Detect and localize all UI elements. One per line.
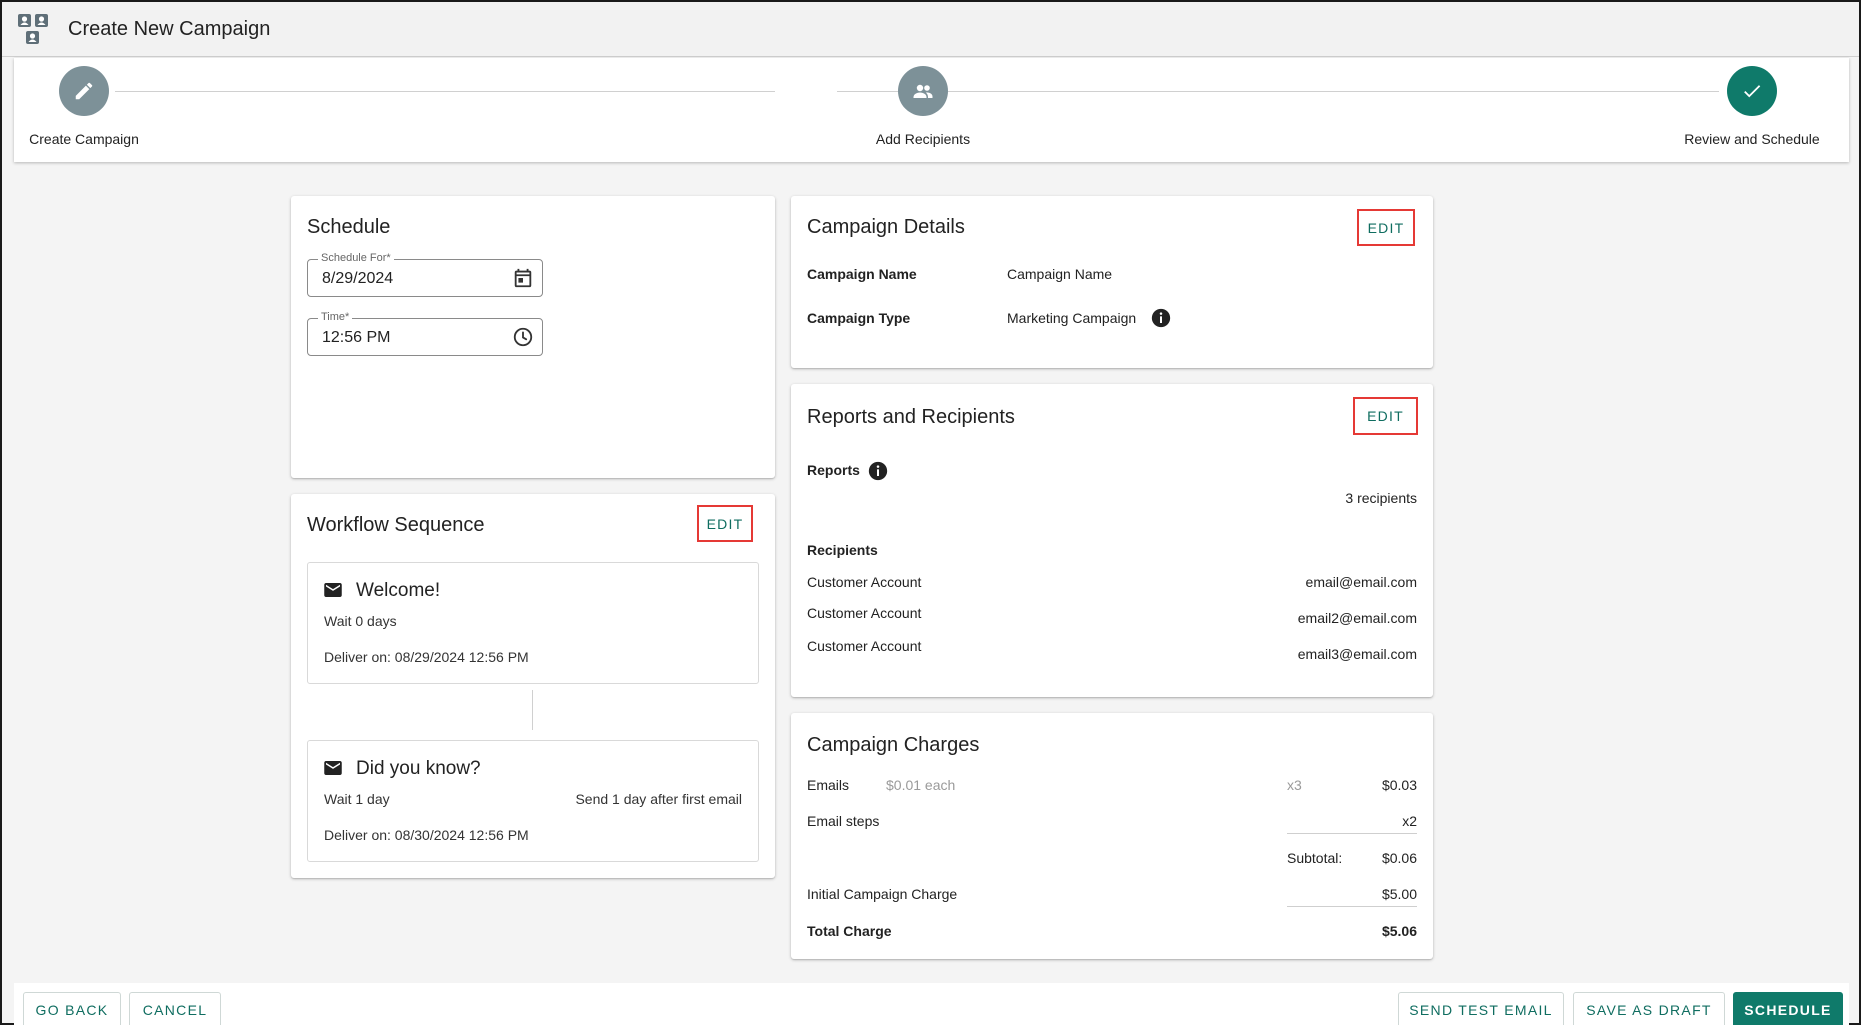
workflow-step-wait: Wait 1 day [324,791,390,807]
reports-recipients-card: Reports and Recipients EDIT Reports 3 re… [791,384,1433,697]
cancel-button[interactable]: CANCEL [129,992,221,1025]
step-create-campaign[interactable]: Create Campaign [29,66,139,147]
recipient-email: email@email.com [1305,574,1417,590]
clock-icon[interactable] [512,326,534,348]
recipient-email: email2@email.com [1297,610,1417,626]
step-circle [59,66,109,116]
mail-icon [324,761,342,775]
email-steps-quantity: x2 [1402,813,1417,829]
total-charge-amount: $5.06 [1381,923,1417,939]
step-label: Review and Schedule [1684,131,1820,147]
workflow-connector [532,690,533,730]
schedule-title: Schedule [307,216,391,238]
workflow-step-deliver: Deliver on: 08/30/2024 12:56 PM [324,827,529,843]
page-title: Create New Campaign [68,17,271,40]
recipients-label: Recipients [807,542,878,558]
step-label: Add Recipients [875,131,971,147]
subtotal-amount: $0.06 [1381,850,1417,866]
workflow-step-title: Did you know? [356,758,481,779]
reports-recipients-title: Reports and Recipients [807,406,1015,428]
campaign-type-label: Campaign Type [807,310,911,326]
reports-label: Reports [807,462,860,478]
recipient-count: 3 recipients [1345,490,1417,506]
schedule-card: Schedule Schedule For* 8/29/2024 Time* 1… [291,196,775,478]
charges-divider [1287,906,1417,907]
step-circle [898,66,948,116]
campaign-charges-title: Campaign Charges [807,734,980,756]
campaign-name-label: Campaign Name [807,266,917,282]
workflow-edit-button[interactable]: EDIT [697,505,753,542]
go-back-button[interactable]: GO BACK [23,992,121,1025]
campaign-details-card: Campaign Details EDIT Campaign Name Camp… [791,196,1433,368]
campaign-charges-card: Campaign Charges Emails $0.01 each x3 $0… [791,713,1433,959]
campaign-details-title: Campaign Details [807,216,965,238]
check-icon [1744,85,1761,98]
campaign-details-edit-button[interactable]: EDIT [1357,209,1415,246]
schedule-time-field[interactable]: Time* 12:56 PM [307,311,543,356]
subtotal-label: Subtotal: [1287,850,1343,866]
emails-quantity: x3 [1287,777,1302,793]
calendar-icon[interactable] [512,267,534,289]
recipient-account: Customer Account [807,574,922,590]
emails-rate: $0.01 each [886,777,956,793]
emails-amount: $0.03 [1381,777,1417,793]
recipient-account: Customer Account [807,605,922,621]
app-header: Create New Campaign [2,2,1859,57]
contacts-group-icon [18,14,48,44]
info-icon[interactable] [868,461,888,481]
schedule-date-value: 8/29/2024 [322,270,394,287]
schedule-time-value: 12:56 PM [322,329,391,346]
mail-icon [324,583,342,597]
save-as-draft-button[interactable]: SAVE AS DRAFT [1573,992,1725,1025]
workflow-title: Workflow Sequence [307,514,485,536]
workflow-step[interactable]: Did you know? Wait 1 day Send 1 day afte… [307,740,759,862]
recipient-account: Customer Account [807,638,922,654]
schedule-button[interactable]: SCHEDULE [1733,992,1843,1025]
initial-charge-amount: $5.00 [1381,886,1417,902]
step-add-recipients[interactable]: Add Recipients [864,66,982,147]
campaign-type-value: Marketing Campaign [1007,310,1137,326]
workflow-step[interactable]: Welcome! Wait 0 days Deliver on: 08/29/2… [307,562,759,684]
workflow-step-deliver: Deliver on: 08/29/2024 12:56 PM [324,649,529,665]
schedule-date-field[interactable]: Schedule For* 8/29/2024 [307,252,543,297]
workflow-step-wait: Wait 0 days [324,613,397,629]
people-icon [913,84,933,98]
step-circle [1727,66,1777,116]
workflow-sequence-card: Workflow Sequence EDIT Welcome! Wait 0 d… [291,494,775,878]
stepper-connector [115,91,775,92]
initial-charge-label: Initial Campaign Charge [807,886,958,902]
email-steps-label: Email steps [807,813,880,829]
reports-recipients-edit-button[interactable]: EDIT [1353,397,1418,435]
total-charge-label: Total Charge [807,923,892,939]
campaign-name-value: Campaign Name [1007,266,1113,282]
schedule-date-label: Schedule For* [318,252,394,264]
schedule-time-label: Time* [318,311,353,323]
info-icon[interactable] [1151,308,1171,328]
emails-label: Emails [807,777,850,793]
workflow-step-title: Welcome! [356,580,441,601]
charges-divider [1287,833,1417,834]
send-test-email-button[interactable]: SEND TEST EMAIL [1398,992,1564,1025]
workflow-step-note: Send 1 day after first email [575,791,742,807]
campaign-stepper: Create Campaign Add Recipients Review an… [14,58,1849,162]
action-footer: GO BACK CANCEL SEND TEST EMAIL SAVE AS D… [14,983,1849,1025]
recipient-email: email3@email.com [1297,646,1417,662]
step-label: Create Campaign [29,131,139,147]
pencil-icon [75,82,93,100]
step-review-schedule[interactable]: Review and Schedule [1682,66,1822,147]
